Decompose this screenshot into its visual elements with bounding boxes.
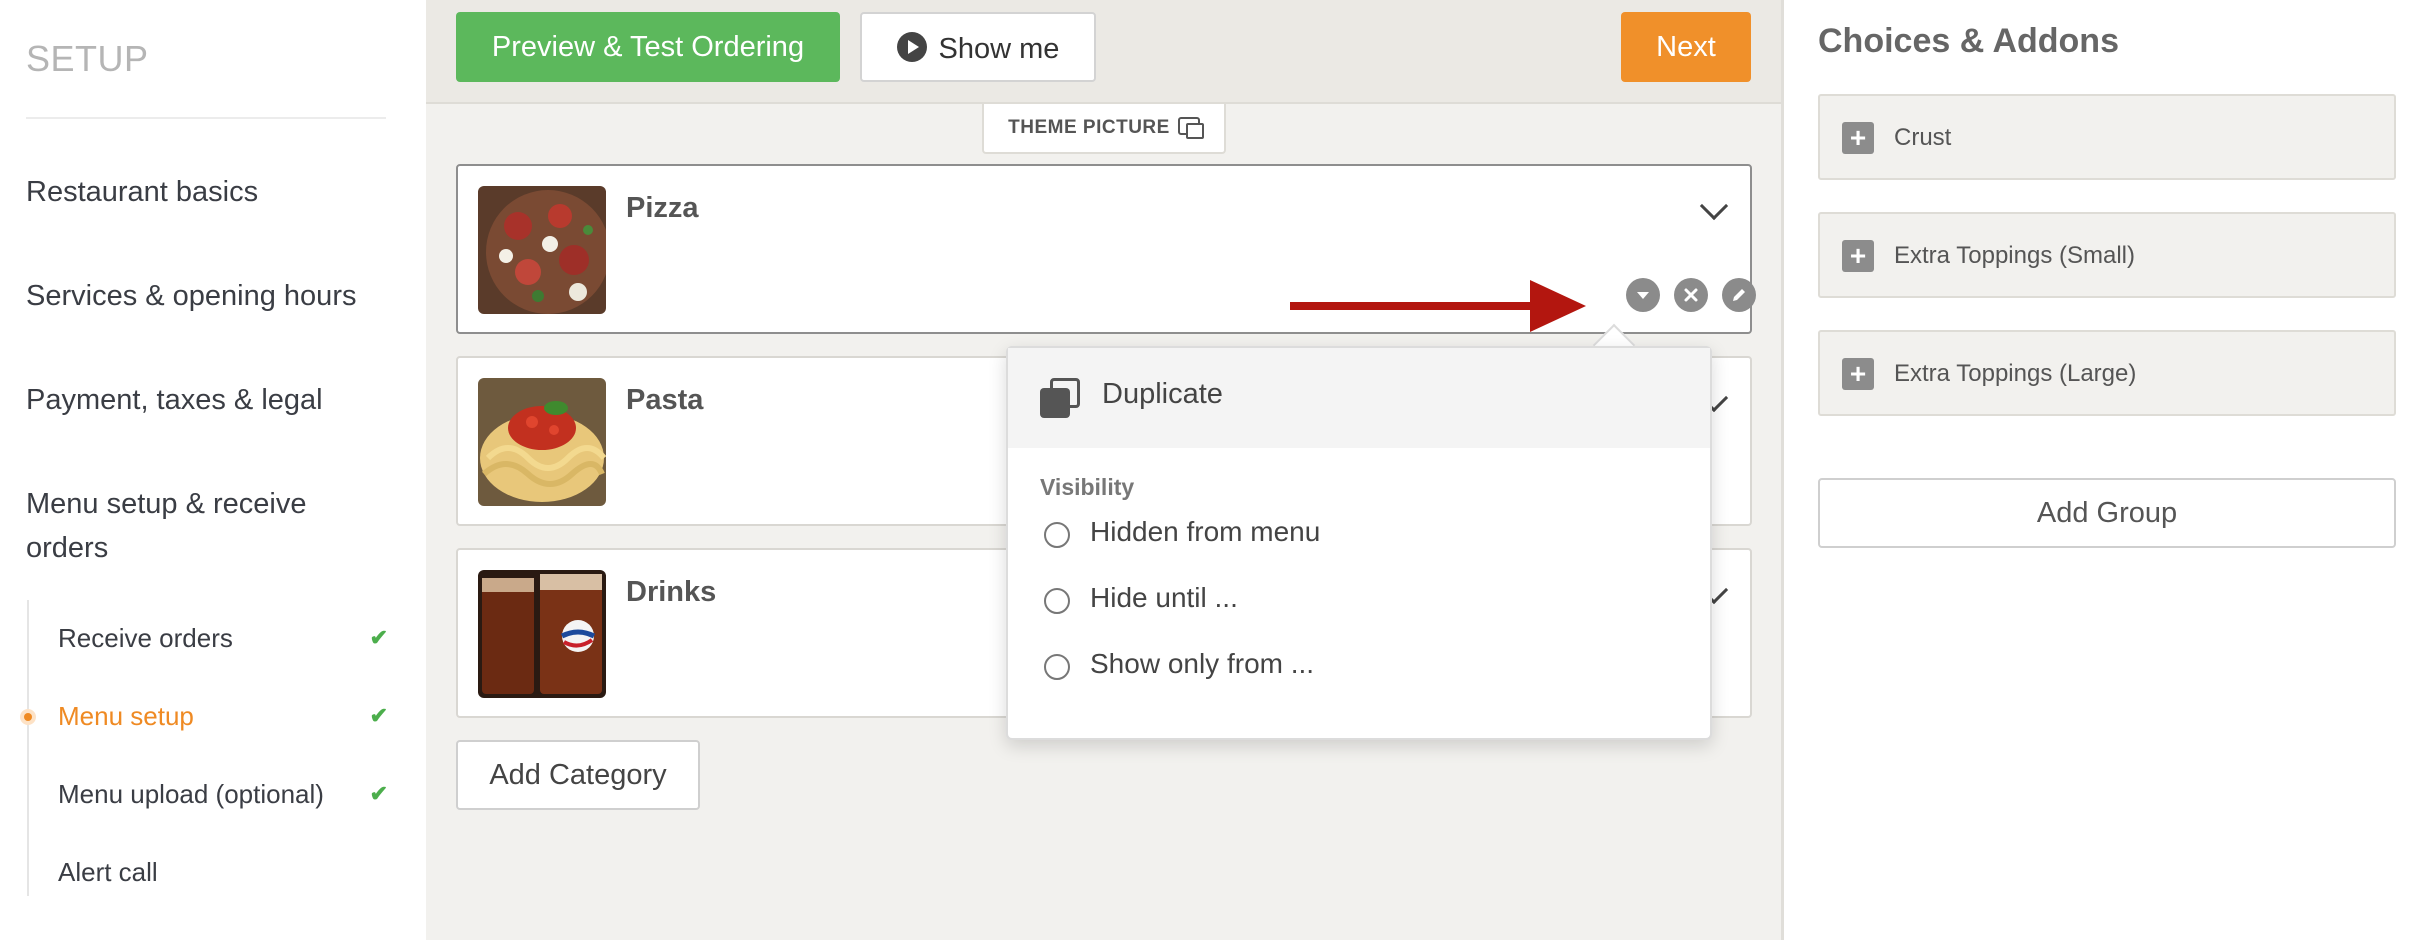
category-image-pizza (478, 186, 606, 314)
category-image-pasta (478, 378, 606, 506)
sidebar-item-menu-setup-orders[interactable]: Menu setup & receive orders (26, 482, 386, 570)
subnav-item-label: Alert call (58, 857, 158, 887)
subnav-item-label: Menu setup (58, 701, 194, 731)
delete-icon[interactable] (1674, 278, 1708, 312)
play-icon (896, 32, 927, 63)
check-icon: ✔ (369, 703, 388, 728)
check-icon: ✔ (369, 781, 388, 806)
add-category-button[interactable]: Add Category (456, 740, 700, 810)
subnav-item-label: Receive orders (58, 623, 233, 653)
sidebar: SETUP Restaurant basics Services & openi… (0, 0, 426, 940)
category-options-popover: Duplicate Visibility Hidden from menu Hi… (1006, 346, 1712, 740)
duplicate-label: Duplicate (1102, 378, 1223, 410)
subnav-item-menu-upload[interactable]: Menu upload (optional) ✔ (58, 774, 388, 814)
dropdown-options-icon[interactable] (1626, 278, 1660, 312)
visibility-heading: Visibility (1040, 474, 1135, 500)
radio-button[interactable] (1044, 522, 1070, 548)
choices-addons-panel: Choices & Addons + Crust + Extra Topping… (1781, 0, 2414, 940)
subnav-item-label: Menu upload (optional) (58, 779, 324, 809)
plus-icon[interactable]: + (1842, 358, 1874, 390)
duplicate-menu-item[interactable]: Duplicate (1008, 348, 1710, 448)
plus-icon[interactable]: + (1842, 240, 1874, 272)
next-button[interactable]: Next (1621, 12, 1751, 82)
active-indicator (20, 709, 36, 725)
radio-label: Show only from ... (1090, 648, 1315, 679)
theme-picture-tab[interactable]: THEME PICTURE (982, 104, 1226, 154)
radio-button[interactable] (1044, 654, 1070, 680)
category-image-drinks (478, 570, 606, 698)
duplicate-icon (1040, 378, 1080, 418)
annotation-arrow (1290, 280, 1586, 332)
chevron-down-icon[interactable] (1699, 191, 1729, 221)
plus-icon[interactable]: + (1842, 122, 1874, 154)
radio-button[interactable] (1044, 588, 1070, 614)
check-icon: ✔ (369, 625, 388, 650)
toolbar: Preview & Test Ordering Show me Next (426, 0, 1781, 104)
addon-group-crust[interactable]: + Crust (1818, 94, 2396, 180)
radio-label: Hidden from menu (1090, 516, 1321, 547)
category-name: Drinks (626, 576, 717, 608)
sidebar-item-payment-taxes[interactable]: Payment, taxes & legal (26, 378, 386, 422)
add-group-button[interactable]: Add Group (1818, 478, 2396, 548)
category-name: Pizza (626, 192, 699, 224)
sidebar-item-restaurant-basics[interactable]: Restaurant basics (26, 170, 386, 214)
subnav-item-receive-orders[interactable]: Receive orders ✔ (58, 618, 388, 658)
theme-picture-label: THEME PICTURE (1008, 117, 1170, 138)
subnav-item-menu-setup[interactable]: Menu setup ✔ (58, 696, 388, 736)
divider (26, 117, 386, 119)
addon-group-extra-toppings-small[interactable]: + Extra Toppings (Small) (1818, 212, 2396, 298)
sidebar-item-services-hours[interactable]: Services & opening hours (26, 274, 386, 318)
subnav-item-alert-call[interactable]: Alert call (58, 852, 388, 892)
preview-test-ordering-button[interactable]: Preview & Test Ordering (456, 12, 840, 82)
show-me-label: Show me (938, 33, 1060, 65)
group-label: Crust (1894, 124, 1952, 151)
show-me-button[interactable]: Show me (860, 12, 1096, 82)
group-label: Extra Toppings (Small) (1894, 242, 2135, 269)
group-label: Extra Toppings (Large) (1894, 360, 2137, 387)
category-name: Pasta (626, 384, 704, 416)
radio-label: Hide until ... (1090, 582, 1238, 613)
sidebar-title: SETUP (26, 38, 149, 79)
addon-group-extra-toppings-large[interactable]: + Extra Toppings (Large) (1818, 330, 2396, 416)
edit-icon[interactable] (1722, 278, 1756, 312)
panel-title: Choices & Addons (1818, 22, 2119, 60)
copy-icon (1177, 116, 1204, 139)
subnav-line (27, 600, 29, 896)
